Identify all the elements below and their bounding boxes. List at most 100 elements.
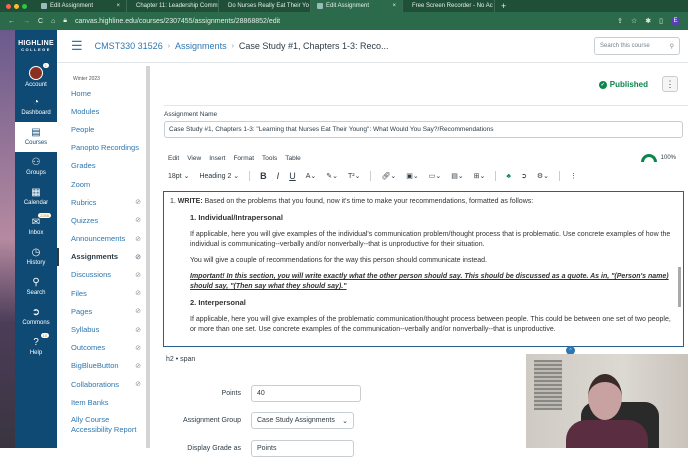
share-icon[interactable]: ⇪ [617, 17, 623, 25]
accessibility-checker[interactable]: 100% [640, 154, 676, 162]
studio-icon[interactable]: ♣ [506, 173, 511, 180]
course-nav-item-announcements[interactable]: Announcements ⊘ [57, 230, 147, 248]
italic-icon[interactable]: I [277, 171, 280, 181]
course-nav-item-item-banks[interactable]: Item Banks [57, 393, 147, 411]
global-nav: HIGHLINE COLLEGE 1 Account ◔ Dashboard ▤ Cou… [15, 30, 57, 448]
write-label: WRITE: [177, 198, 203, 205]
nav-search[interactable]: ⚲ Search [15, 272, 57, 302]
browser-tab[interactable]: Free Screen Recorder - No Ac× [403, 0, 495, 12]
document-icon[interactable]: ▤⌄ [451, 172, 463, 180]
extensions-icon[interactable]: ✱ [645, 17, 651, 25]
breadcrumb-course[interactable]: CMST330 31526 [95, 41, 163, 51]
course-nav-item-modules[interactable]: Modules [57, 102, 147, 120]
assignment-name-input[interactable]: Case Study #1, Chapters 1-3: "Learning t… [164, 121, 683, 138]
more-tools-icon[interactable]: ⋮ [570, 172, 577, 180]
points-row: Points 40 [160, 385, 361, 402]
editor-scrollbar[interactable] [678, 267, 681, 307]
nav-account[interactable]: 1 Account [15, 62, 57, 92]
course-search-input[interactable]: Search this course ⚲ [594, 37, 680, 55]
apps-icon[interactable]: ⊞⌄ [474, 172, 486, 180]
menu-insert[interactable]: Insert [209, 155, 225, 162]
close-tab-icon[interactable]: × [392, 3, 396, 9]
nav-help[interactable]: ? 10 Help [15, 332, 57, 362]
block-format-value: Heading 2 [199, 173, 232, 180]
course-nav-item-rubrics[interactable]: Rubrics ⊘ [57, 193, 147, 211]
course-nav-item-discussions[interactable]: Discussions ⊘ [57, 266, 147, 284]
intro-text: Based on the problems that you found, no… [202, 198, 534, 205]
browser-tab[interactable]: Edit Assignment × [35, 0, 127, 12]
course-nav-item-syllabus[interactable]: Syllabus ⊘ [57, 320, 147, 338]
breadcrumb-assignments[interactable]: Assignments [175, 41, 227, 51]
url-field[interactable]: canvas.highline.edu/courses/2307455/assi… [75, 18, 280, 25]
browser-tab-active[interactable]: Edit Assignment × [311, 0, 403, 12]
nav-commons[interactable]: ➲ Commons [15, 302, 57, 332]
sidebar-icon[interactable]: ▯ [659, 17, 663, 25]
course-nav-item-grades[interactable]: Grades [57, 157, 147, 175]
course-nav-item-collaborations[interactable]: Collaborations ⊘ [57, 375, 147, 393]
block-format-dropdown[interactable]: Heading 2 ⌄ [199, 172, 239, 180]
menu-view[interactable]: View [187, 155, 201, 162]
course-nav-item-bigbluebutton[interactable]: BigBlueButton ⊘ [57, 357, 147, 375]
course-nav-item-panopto-recordings[interactable]: Panopto Recordings [57, 139, 147, 157]
hidden-eye-icon: ⊘ [135, 381, 141, 389]
menu-tools[interactable]: Tools [262, 155, 277, 162]
commons-icon[interactable]: ➲ [521, 172, 527, 180]
bookmark-star-icon[interactable]: ☆ [631, 17, 637, 25]
chevron-down-icon: ⌄ [342, 417, 348, 425]
media-icon[interactable]: ▭⌄ [429, 172, 441, 180]
course-nav-item-pages[interactable]: Pages ⊘ [57, 302, 147, 320]
link-icon[interactable]: 🔗︎⌄ [381, 172, 396, 180]
image-icon[interactable]: ▣⌄ [406, 172, 418, 180]
forward-icon[interactable]: → [23, 18, 30, 25]
reload-icon[interactable]: C [38, 18, 43, 25]
window-controls[interactable] [0, 3, 35, 9]
nav-dashboard[interactable]: ◔ Dashboard [15, 92, 57, 122]
font-size-dropdown[interactable]: 18pt ⌄ [168, 172, 189, 180]
logo-text: HIGHLINE [18, 40, 54, 47]
menu-table[interactable]: Table [285, 155, 301, 162]
nav-calendar[interactable]: ▦ Calendar [15, 182, 57, 212]
browser-tab[interactable]: Chapter 11: Leadership Comm× [127, 0, 219, 12]
course-nav-item-ally-report[interactable]: Ally Course Accessibility Report [57, 415, 147, 435]
nav-groups[interactable]: ⚇ Groups [15, 152, 57, 182]
superscript-icon[interactable]: T²⌄ [348, 172, 360, 180]
rich-content-editor[interactable]: 1. WRITE: Based on the problems that you… [163, 191, 684, 347]
course-nav-item-files[interactable]: Files ⊘ [57, 284, 147, 302]
course-nav-item-assignments[interactable]: Assignments ⊘ [57, 247, 147, 266]
back-icon[interactable]: ← [8, 18, 15, 25]
profile-avatar[interactable]: E [671, 16, 680, 26]
home-icon[interactable]: ⌂ [51, 18, 55, 25]
menu-edit[interactable]: Edit [168, 155, 179, 162]
nav-inbox[interactable]: ✉ 2256 Inbox [15, 212, 57, 242]
close-tab-icon[interactable]: × [116, 3, 120, 9]
more-options-button[interactable]: ⋮ [662, 76, 678, 92]
tab-label: Do Nurses Really Eat Their Yo [228, 3, 309, 9]
search-icon: ⚲ [32, 277, 40, 288]
browser-tab[interactable]: Do Nurses Really Eat Their Yo× [219, 0, 311, 12]
nav-label: Dashboard [21, 110, 51, 116]
published-status[interactable]: ✓ Published [598, 80, 648, 89]
menu-toggle-icon[interactable]: ☰ [71, 38, 83, 54]
new-tab-icon[interactable]: + [501, 1, 506, 11]
course-nav-item-outcomes[interactable]: Outcomes ⊘ [57, 339, 147, 357]
nav-history[interactable]: ◷ History [15, 242, 57, 272]
course-nav-item-zoom[interactable]: Zoom [57, 175, 147, 193]
text-color-icon[interactable]: A⌄ [306, 172, 317, 180]
underline-icon[interactable]: U [289, 171, 296, 181]
menu-format[interactable]: Format [233, 155, 254, 162]
assignment-group-select[interactable]: Case Study Assignments ⌄ [251, 412, 354, 429]
course-nav-scrollbar[interactable] [146, 66, 150, 448]
course-nav-item-people[interactable]: People [57, 120, 147, 138]
course-nav-item-home[interactable]: Home [57, 84, 147, 102]
course-nav-item-quizzes[interactable]: Quizzes ⊘ [57, 211, 147, 229]
display-grade-select[interactable]: Points [251, 440, 354, 457]
nav-courses[interactable]: ▤ Courses [15, 122, 57, 152]
college-logo[interactable]: HIGHLINE COLLEGE [15, 30, 57, 62]
bold-icon[interactable]: B [260, 171, 267, 181]
courses-icon: ▤ [31, 127, 41, 138]
important-note: Important! In this section, you will wri… [190, 273, 669, 290]
highlight-icon[interactable]: ✎⌄ [326, 172, 338, 180]
points-input[interactable]: 40 [251, 385, 361, 402]
webcam-overlay[interactable] [526, 354, 688, 448]
plugin-icon[interactable]: ⚙⌄ [537, 172, 549, 180]
